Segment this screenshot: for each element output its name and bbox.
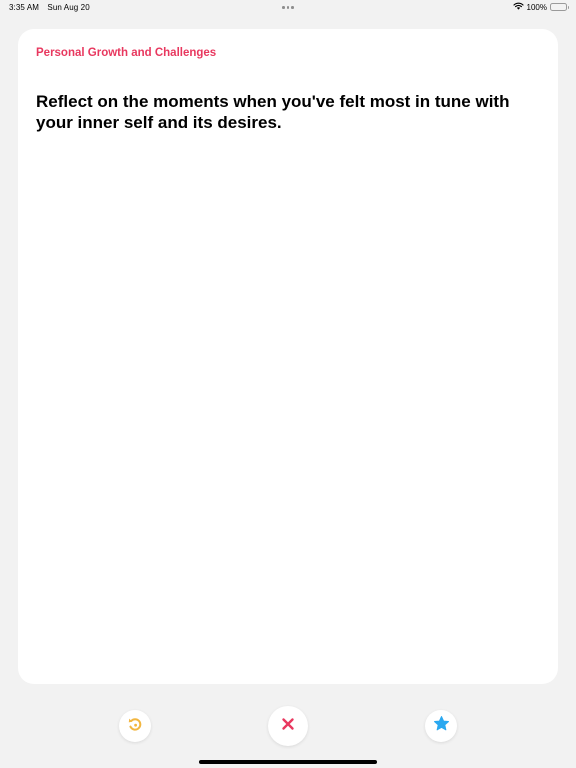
status-bar: 3:35 AM Sun Aug 20 100% bbox=[0, 0, 576, 16]
battery-percent: 100% bbox=[526, 2, 547, 12]
multitasking-dots[interactable] bbox=[282, 6, 294, 9]
status-time-date: 3:35 AM Sun Aug 20 bbox=[9, 3, 90, 12]
favorite-button[interactable] bbox=[425, 710, 457, 742]
card-prompt: Reflect on the moments when you've felt … bbox=[36, 92, 510, 132]
home-indicator[interactable] bbox=[199, 760, 377, 764]
undo-icon bbox=[127, 716, 143, 737]
status-date: Sun Aug 20 bbox=[47, 3, 90, 12]
star-icon bbox=[433, 715, 450, 737]
battery-icon bbox=[550, 3, 569, 11]
card-category: Personal Growth and Challenges bbox=[36, 47, 217, 59]
undo-button[interactable] bbox=[119, 710, 151, 742]
status-time: 3:35 AM bbox=[9, 3, 40, 12]
wifi-icon bbox=[512, 2, 524, 12]
close-icon bbox=[281, 717, 295, 736]
dismiss-button[interactable] bbox=[268, 706, 308, 746]
status-indicators: 100% bbox=[512, 2, 569, 12]
prompt-card[interactable]: Personal Growth and Challenges Reflect o… bbox=[18, 29, 558, 684]
